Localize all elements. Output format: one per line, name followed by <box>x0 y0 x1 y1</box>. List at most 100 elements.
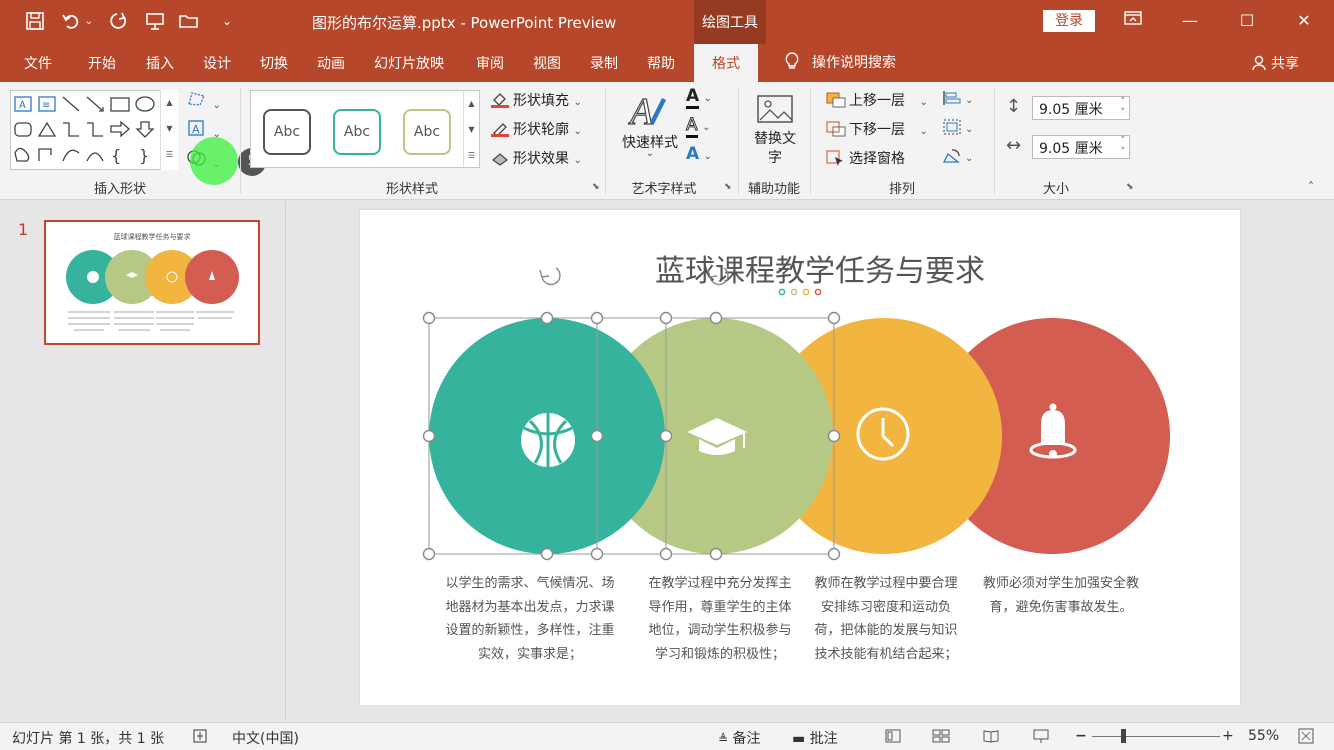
zoom-in-button[interactable]: + <box>1222 728 1234 744</box>
separator <box>994 88 995 194</box>
ribbon-display-icon[interactable] <box>1118 8 1148 34</box>
dialog-launcher-icon[interactable]: ⬊ <box>724 182 732 192</box>
description-text[interactable]: 以学生的需求、气候情况、场地器材为基本出发点，力求课设置的新颖性，多样性，注重实… <box>440 572 620 666</box>
login-button[interactable]: 登录 <box>1043 10 1095 32</box>
minimize-icon[interactable]: — <box>1175 8 1205 34</box>
save-icon[interactable] <box>22 8 48 34</box>
normal-view-icon[interactable] <box>884 728 902 748</box>
text-effects-button[interactable]: A ⌄ <box>686 146 712 163</box>
svg-text:A: A <box>628 91 654 132</box>
bring-forward-label: 上移一层 <box>849 93 905 109</box>
tab-home[interactable]: 开始 <box>88 53 116 73</box>
send-backward-button[interactable]: 下移一层 ⌄ <box>826 119 928 139</box>
notes-button[interactable]: ≜ 备注 <box>718 728 761 748</box>
height-spinner[interactable]: ˄ ˅ <box>1121 97 1126 119</box>
present-icon[interactable] <box>142 8 168 34</box>
tab-transitions[interactable]: 切换 <box>260 53 288 73</box>
status-bar: 幻灯片 第 1 张，共 1 张 中文(中国) ≜ 备注 ▬ 批注 − + 55% <box>0 722 1334 750</box>
language-indicator[interactable]: 中文(中国) <box>232 728 299 748</box>
tab-file[interactable]: 文件 <box>24 53 52 73</box>
tab-help[interactable]: 帮助 <box>647 53 675 73</box>
format-ribbon: A ≡ { } ▲ ▼ ☰ ⌄ A ⌄ 插入形状 Abc Abc Abc ▲ ▼… <box>0 82 1334 200</box>
style-sample[interactable]: Abc <box>403 109 451 155</box>
reading-view-icon[interactable] <box>982 728 1000 748</box>
width-spinner[interactable]: ˄ ˅ <box>1121 136 1126 158</box>
alt-text-label[interactable]: 替换文字 <box>750 130 800 168</box>
undo-icon[interactable] <box>58 8 84 34</box>
shape-thumbnails: A ≡ { } <box>14 96 155 165</box>
shape-height-value: 9.05 厘米 <box>1039 102 1103 118</box>
slide-thumbnail[interactable]: 蓝球课程教学任务与要求 <box>44 220 260 345</box>
shape-outline-button[interactable]: 形状轮廓 ⌄ <box>490 119 582 139</box>
shape-styles-gallery[interactable]: Abc Abc Abc ▲ ▼ ☰ <box>250 90 480 168</box>
undo-dropdown-icon[interactable]: ⌄ <box>82 8 96 34</box>
shape-styles-scroll[interactable]: ▲ ▼ ☰ <box>463 91 479 167</box>
tab-review[interactable]: 审阅 <box>476 53 504 73</box>
basketball-icon <box>521 413 575 467</box>
shape-fill-button[interactable]: 形状填充 ⌄ <box>490 90 582 110</box>
align-button[interactable]: ⌄ <box>942 90 973 107</box>
tab-view[interactable]: 视图 <box>533 53 561 73</box>
zoom-out-button[interactable]: − <box>1075 728 1087 744</box>
quick-styles-dropdown-icon[interactable]: ⌄ <box>642 148 658 159</box>
close-icon[interactable]: ✕ <box>1289 8 1319 34</box>
slide-counter: 幻灯片 第 1 张，共 1 张 <box>12 731 165 747</box>
tell-me-search[interactable]: 操作说明搜索 <box>784 52 896 72</box>
description-text[interactable]: 教师在教学过程中要合理安排练习密度和运动负荷，把体能的发展与知识技术技能有机结合… <box>810 572 962 666</box>
accessibility-check-icon[interactable] <box>192 728 210 748</box>
shapes-gallery-scroll[interactable]: ▲ ▼ ☰ <box>160 90 178 170</box>
slide-sorter-icon[interactable] <box>932 728 950 748</box>
zoom-level[interactable]: 55% <box>1248 728 1279 744</box>
style-sample[interactable]: Abc <box>333 109 381 155</box>
bring-forward-button[interactable]: 上移一层 ⌄ <box>826 90 928 110</box>
selection-pane-button[interactable]: 选择窗格 <box>826 148 905 168</box>
description-text[interactable]: 在教学过程中充分发挥主导作用，尊重学生的主体地位，调动学生积极参与学习和锻炼的积… <box>644 572 796 666</box>
style-sample[interactable]: Abc <box>263 109 311 155</box>
separator <box>605 88 606 194</box>
rotation-handle-icon[interactable] <box>539 267 729 286</box>
svg-text:≡: ≡ <box>42 100 50 111</box>
redo-icon[interactable] <box>106 8 132 34</box>
separator <box>240 88 241 194</box>
shape-width-input[interactable]: 9.05 厘米 ˄ ˅ <box>1032 135 1130 159</box>
text-fill-button[interactable]: A ⌄ <box>686 86 712 109</box>
edit-shape-icon <box>188 92 205 106</box>
tab-record[interactable]: 录制 <box>590 53 618 73</box>
rotate-button[interactable]: ⌄ <box>942 148 973 165</box>
tab-slideshow[interactable]: 幻灯片放映 <box>374 53 444 73</box>
comments-button[interactable]: ▬ 批注 <box>792 728 838 748</box>
edit-shape-button[interactable]: ⌄ <box>186 90 221 112</box>
tab-format[interactable]: 格式 <box>694 44 758 82</box>
alt-text-icon[interactable] <box>756 94 794 130</box>
slide-canvas[interactable]: 蓝球课程教学任务与要求 以学生的需求、气候情况、场地器材为基本出发点，力求课设置… <box>360 210 1240 705</box>
text-outline-button[interactable]: A ⌄ <box>686 115 710 138</box>
tab-insert[interactable]: 插入 <box>146 53 174 73</box>
shape-height-input[interactable]: 9.05 厘米 ˄ ˅ <box>1032 96 1130 120</box>
shape-effects-icon <box>492 153 508 166</box>
dialog-launcher-icon[interactable]: ⬊ <box>592 182 600 192</box>
dialog-launcher-icon[interactable]: ⬊ <box>1126 182 1134 192</box>
group-objects-button[interactable]: ⌄ <box>942 119 973 136</box>
tab-design[interactable]: 设计 <box>203 53 231 73</box>
shape-width-icon: ↔ <box>1006 135 1022 156</box>
share-button[interactable]: 共享 <box>1252 53 1299 73</box>
drawing-tools-context-label: 绘图工具 <box>694 0 766 44</box>
maximize-icon[interactable]: ☐ <box>1232 8 1262 34</box>
shapes-gallery[interactable]: A ≡ { } <box>10 90 178 170</box>
zoom-slider-thumb[interactable] <box>1121 729 1126 743</box>
customize-toolbar-icon[interactable]: ⌄ <box>214 8 240 34</box>
shape-fill-label: 形状填充 <box>513 93 569 109</box>
slideshow-view-icon[interactable] <box>1032 728 1050 748</box>
fit-to-window-icon[interactable] <box>1298 728 1314 748</box>
zoom-slider-track[interactable] <box>1092 736 1220 737</box>
text-fill-icon: A <box>686 86 700 109</box>
shape-effects-label: 形状效果 <box>513 151 569 167</box>
selection-pane-icon <box>826 150 843 166</box>
tab-animations[interactable]: 动画 <box>317 53 345 73</box>
open-folder-icon[interactable] <box>176 8 202 34</box>
collapse-ribbon-icon[interactable]: ˄ <box>1308 180 1314 194</box>
send-backward-label: 下移一层 <box>849 122 905 138</box>
shape-effects-button[interactable]: 形状效果 ⌄ <box>490 148 582 168</box>
quick-styles-icon[interactable]: A <box>626 88 670 136</box>
description-text[interactable]: 教师必须对学生加强安全教育，避免伤害事故发生。 <box>980 572 1142 619</box>
